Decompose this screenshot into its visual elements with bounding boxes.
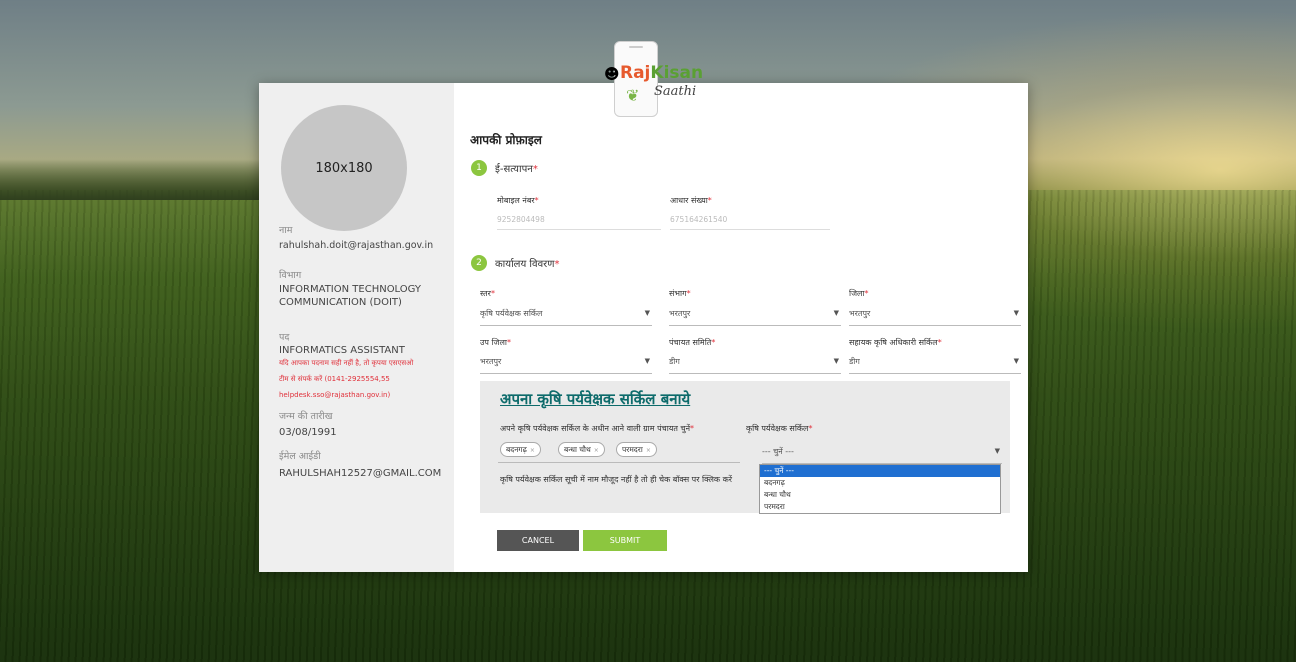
not-found-note: कृषि पर्यवेक्षक सर्किल सूची में नाम मौजू… [500,475,732,484]
chevron-down-icon: ▼ [1013,309,1019,317]
avatar: 180x180 [281,105,407,231]
step-2-label: कार्यालय विवरण* [495,259,560,270]
panchayat-select[interactable]: डीग ▼ [669,356,841,374]
aadhaar-field[interactable]: 675164261540 [670,215,830,230]
create-circle-title: अपना कृषि पर्यवेक्षक सर्किल बनाये [500,390,691,408]
division-select[interactable]: भरतपुर ▼ [669,308,841,326]
dropdown-option[interactable]: बन्धा चौथ [760,489,1000,501]
circle-label: कृषि पर्यवेक्षक सर्किल* [746,424,813,433]
dob-label: जन्म की तारीख [279,411,333,422]
aao-select[interactable]: डीग ▼ [849,356,1021,374]
dept-label: विभाग [279,270,302,281]
subdistrict-select[interactable]: भरतपुर ▼ [480,356,652,374]
close-icon[interactable]: × [530,447,535,454]
step-1-badge: 1 [471,160,487,176]
chevron-down-icon: ▼ [644,357,650,365]
post-value: INFORMATICS ASSISTANT [279,345,405,356]
post-label: पद [279,332,290,343]
gp-chip[interactable]: बन्धा चौथ × [558,442,605,457]
level-select[interactable]: कृषि पर्यवेक्षक सर्किल ▼ [480,308,652,326]
gp-chip[interactable]: परमदरा × [616,442,657,457]
chevron-down-icon: ▼ [644,309,650,317]
dropdown-option[interactable]: परमदरा [760,501,1000,513]
name-label: नाम [279,225,293,236]
dept-value: INFORMATION TECHNOLOGY COMMUNICATION (DO… [279,284,422,308]
district-label: जिला* [849,289,869,298]
chevron-down-icon: ▼ [994,447,1000,455]
mobile-label: मोबाइल नंबर* [497,196,539,205]
subdistrict-label: उप जिला* [480,338,511,347]
dropdown-option[interactable]: बदनगढ़ [760,477,1000,489]
profile-sidebar: 180x180 नाम rahulshah.doit@rajasthan.gov… [259,83,454,572]
circle-dropdown-list: --- चुनें --- बदनगढ़ बन्धा चौथ परमदरा [759,464,1001,514]
division-label: संभाग* [669,289,691,298]
background-trees [0,160,260,200]
page-title: आपकी प्रोफ़ाइल [470,133,542,147]
chevron-down-icon: ▼ [833,309,839,317]
gp-chip[interactable]: बदनगढ़ × [500,442,541,457]
aao-label: सहायक कृषि अधिकारी सर्किल* [849,338,942,347]
district-select[interactable]: भरतपुर ▼ [849,308,1021,326]
chevron-down-icon: ▼ [1013,357,1019,365]
close-icon[interactable]: × [594,447,599,454]
logo-brand: RajKisan [620,63,704,83]
name-value: rahulshah.doit@rajasthan.gov.in [279,240,434,251]
step-2-badge: 2 [471,255,487,271]
post-note-1: यदि आपका पदनाम सही नहीं है, तो कृपया एसए… [279,359,414,367]
dropdown-option[interactable]: --- चुनें --- [760,465,1000,477]
step-1-label: ई-सत्यापन* [495,164,538,175]
mobile-field[interactable]: 9252804498 [497,215,661,230]
post-note-3: helpdesk.sso@rajasthan.gov.in) [279,391,391,399]
close-icon[interactable]: × [646,447,651,454]
profile-panel: ☻ RajKisan ❦ Saathi 180x180 नाम rahulsha… [259,41,1028,572]
circle-select[interactable]: --- चुनें --- ▼ [762,446,1002,464]
chevron-down-icon: ▼ [833,357,839,365]
leaf-icon: ❦ [626,86,640,105]
email-label: ईमेल आईडी [279,451,321,462]
level-label: स्तर* [480,289,495,298]
gp-label: अपने कृषि पर्यवेक्षक सर्किल के अधीन आने … [500,424,695,433]
submit-button[interactable]: SUBMIT [583,530,667,551]
email-value: RAHULSHAH12527@GMAIL.COM [279,468,442,479]
rajkisan-logo: ☻ RajKisan ❦ Saathi [604,41,714,119]
aadhaar-label: आधार संख्या* [670,196,712,205]
panchayat-label: पंचायत समिति* [669,338,716,347]
dob-value: 03/08/1991 [279,427,337,438]
logo-sub: Saathi [654,84,697,99]
farmer-icon: ☻ [604,65,620,83]
post-note-2: टीम से संपर्क करें (0141-2925554,55 [279,375,390,383]
cancel-button[interactable]: CANCEL [497,530,579,551]
